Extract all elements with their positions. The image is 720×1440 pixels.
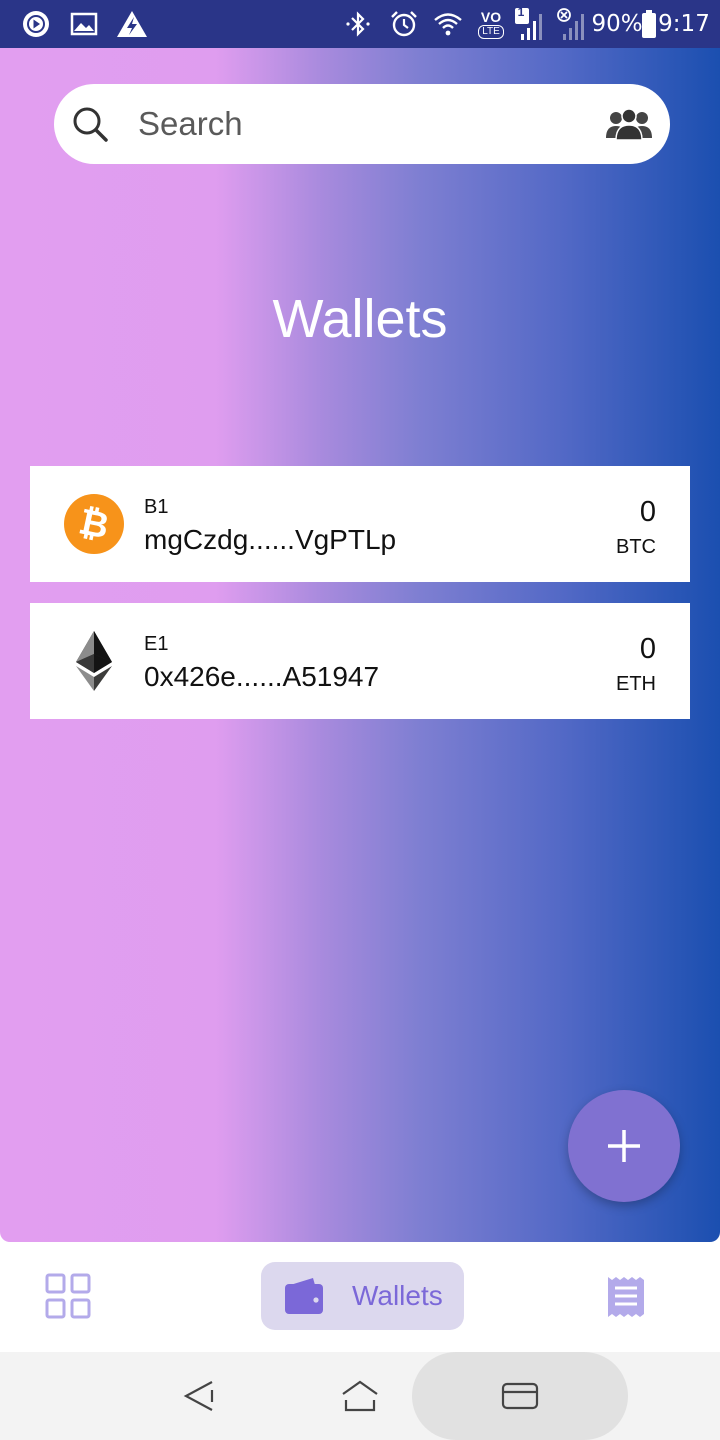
bitcoin-icon: ₿ <box>64 494 124 554</box>
sim-badge: 1 <box>517 5 525 19</box>
wallet-name: B1 <box>144 496 169 518</box>
wallet-name: E1 <box>144 633 169 655</box>
search-icon <box>73 107 108 142</box>
power-saver-icon <box>114 0 150 48</box>
bluetooth-icon <box>340 0 376 48</box>
wallet-card-btc[interactable]: ₿ B1 mgCzdg......VgPTLp 0 BTC <box>30 466 690 582</box>
bottom-nav: Wallets <box>0 1242 720 1352</box>
wallet-address: mgCzdg......VgPTLp <box>144 524 397 555</box>
volte-top-label: VO <box>480 8 502 25</box>
home-icon <box>342 1380 378 1412</box>
battery-percent: 90% <box>591 11 643 37</box>
contacts-icon[interactable] <box>606 106 652 142</box>
wallet-icon <box>285 1278 323 1314</box>
battery-text: 90% <box>591 0 643 48</box>
nav-item-wallets[interactable]: Wallets <box>261 1262 464 1330</box>
ethereum-icon <box>76 631 112 691</box>
battery-icon <box>640 0 658 48</box>
wallet-symbol: ETH <box>616 673 656 695</box>
recents-button[interactable] <box>490 1352 550 1440</box>
volte-icon: VO LTE <box>474 0 508 48</box>
plus-icon <box>608 1130 640 1162</box>
home-button[interactable] <box>330 1352 390 1440</box>
wifi-icon <box>430 0 466 48</box>
grid-icon[interactable] <box>44 1272 92 1320</box>
back-icon <box>183 1381 214 1411</box>
system-nav-bar <box>0 1352 720 1440</box>
time: 9:17 <box>658 0 710 48</box>
wallet-balance: 0 <box>639 496 656 528</box>
gallery-icon <box>68 0 100 48</box>
back-button[interactable] <box>170 1352 230 1440</box>
status-bar: VO LTE 1 90% 9:17 <box>0 0 720 48</box>
page-title: Wallets <box>272 289 448 349</box>
wallet-symbol: BTC <box>616 536 656 558</box>
search-bar[interactable] <box>54 84 670 164</box>
receipt-icon[interactable] <box>606 1275 646 1319</box>
recents-icon <box>501 1382 539 1410</box>
search-input[interactable] <box>138 98 578 150</box>
wallet-card-eth[interactable]: E1 0x426e......A51947 0 ETH <box>30 603 690 719</box>
main-panel: Wallets ₿ B1 mgCzdg......VgPTLp 0 BTC E1… <box>0 48 720 1242</box>
wallet-address: 0x426e......A51947 <box>144 661 380 692</box>
wallet-balance: 0 <box>639 633 656 665</box>
signal-sim2-icon <box>554 0 590 48</box>
nav-item-label: Wallets <box>352 1280 443 1311</box>
volte-bottom-label: LTE <box>478 24 504 39</box>
add-wallet-button[interactable] <box>568 1090 680 1202</box>
media-play-icon <box>18 0 54 48</box>
alarm-icon <box>386 0 422 48</box>
clock-text: 9:17 <box>658 11 710 37</box>
